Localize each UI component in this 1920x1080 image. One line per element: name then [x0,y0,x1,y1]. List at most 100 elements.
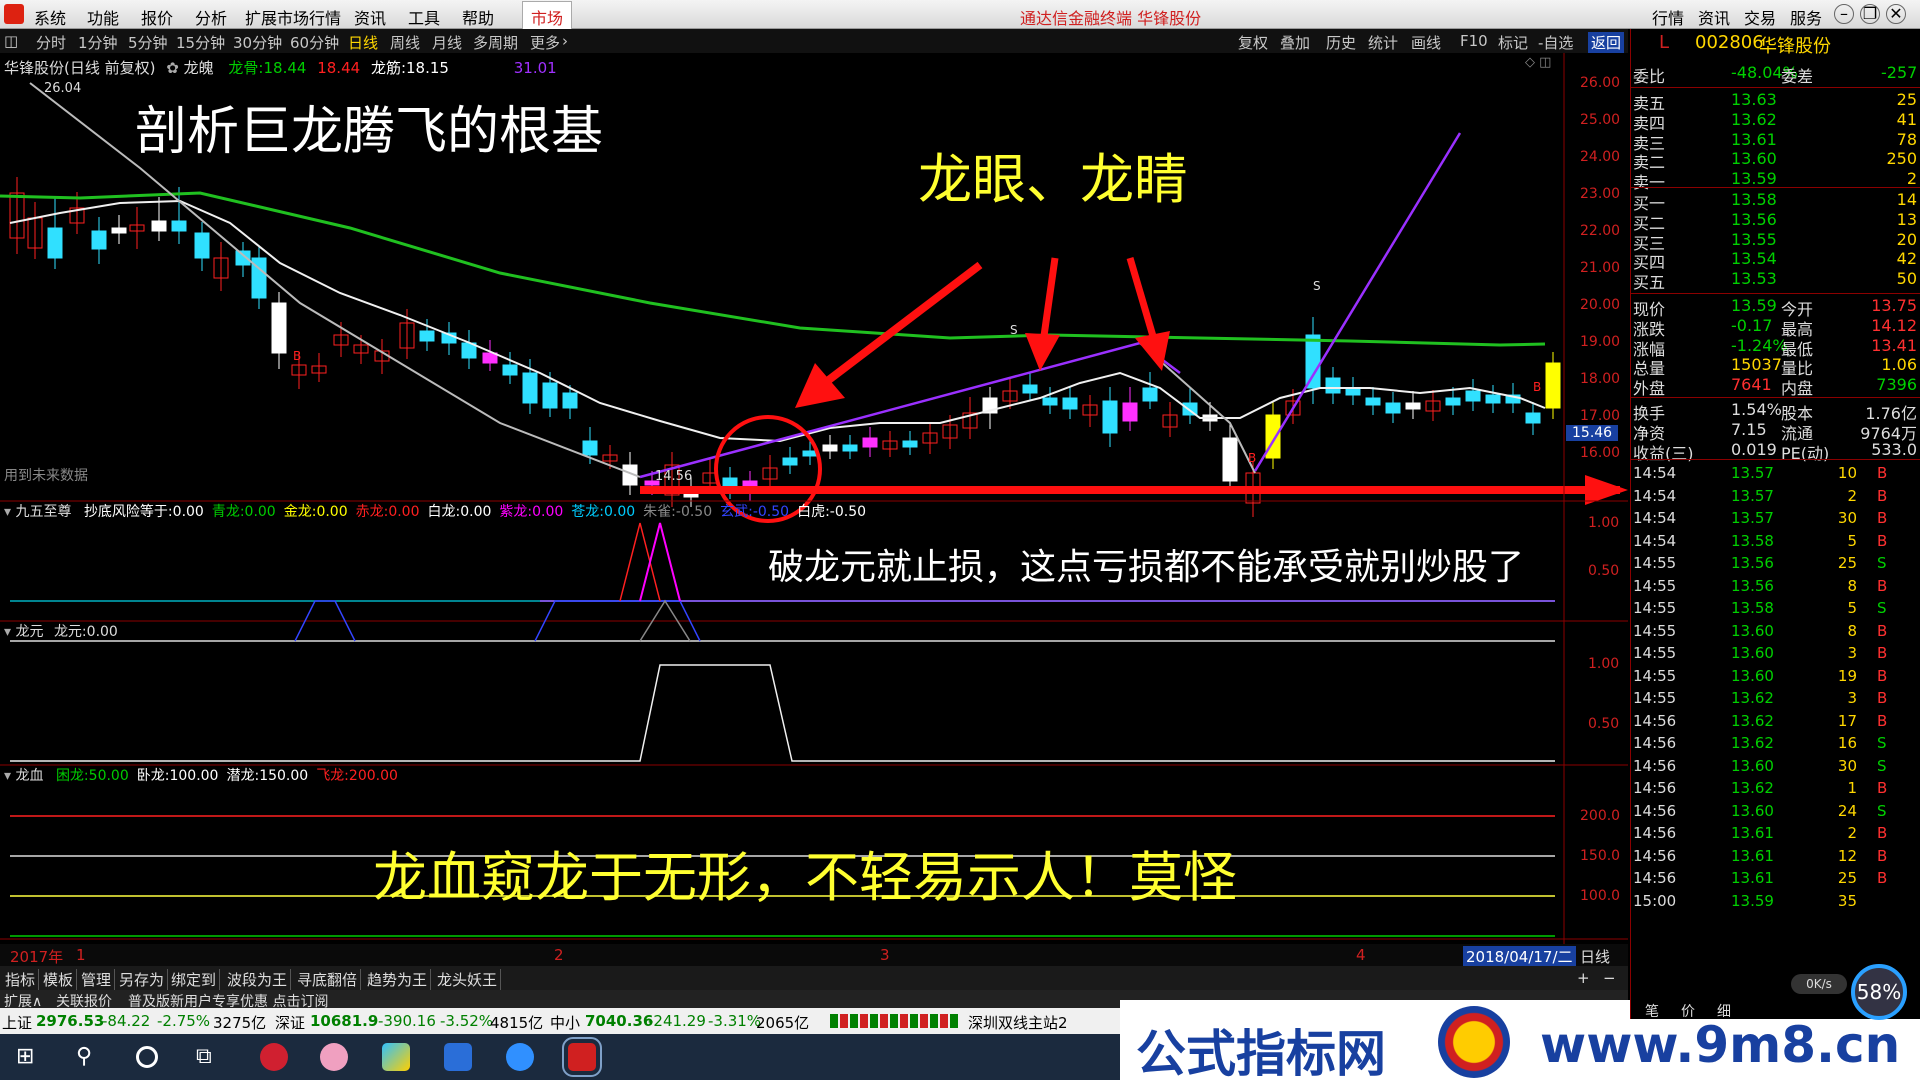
candle-body [582,440,598,456]
tick-volume: 2 [1847,824,1857,842]
quote-bottom-tabs: 笔 价 细 [1631,1001,1920,1021]
server-name[interactable]: 深圳双线主站2 [968,1012,1068,1033]
toolbar-toggle-icon[interactable]: ◫ [4,32,18,50]
tick-volume: 10 [1837,464,1857,482]
header-button-quote[interactable]: 行情 [1652,5,1684,29]
subtab-bottom[interactable]: 寻底翻倍 [294,969,362,990]
index-zx-chg: -241.29 [648,1012,706,1030]
period-tab-5min[interactable]: 5分钟 [128,32,168,53]
subtab-template[interactable]: 模板 [40,969,78,990]
tool-back[interactable]: 返回 [1588,32,1625,53]
panel2-field-value: -0.50 [752,504,790,520]
quote-name: 华锋股份 [1759,36,1831,57]
video-player-icon[interactable] [382,1043,410,1071]
header-button-trade[interactable]: 交易 [1744,5,1776,29]
windows-start-icon[interactable]: ⊞ [16,1043,44,1071]
tab-tick-pen[interactable]: 笔 [1645,1001,1659,1021]
stat2-value-2: 533.0 [1871,439,1917,459]
index-sh-chg: -84.22 [102,1012,151,1030]
menu-item-analysis[interactable]: 分析 [195,5,227,29]
panel4-collapse-icon[interactable]: ▾ [4,768,11,784]
close-icon[interactable]: ✕ [1886,4,1906,24]
period-tab-weekly[interactable]: 周线 [390,32,420,53]
period-tab-15min[interactable]: 15分钟 [176,32,225,53]
tick-row: 14:54 13.57 10 B [1631,463,1920,486]
time-axis-date: 2018/04/17/二 [1463,946,1576,967]
tab-tick-detail[interactable]: 细 [1717,1001,1731,1021]
minimize-icon[interactable]: – [1834,4,1854,24]
netease-music-icon[interactable] [260,1043,288,1071]
wps-writer-icon[interactable] [444,1043,472,1071]
menu-item-tools[interactable]: 工具 [408,5,440,29]
panel4-field-label: 潜龙: [226,768,260,784]
period-tab-multi[interactable]: 多周期 [473,32,518,53]
tool-stats[interactable]: 统计 [1368,32,1398,53]
period-tab-monthly[interactable]: 月线 [432,32,462,53]
subtab-indicator[interactable]: 指标 [2,969,40,990]
subtab-band[interactable]: 波段为王 [224,969,292,990]
browser-icon[interactable] [506,1043,534,1071]
tick-price: 13.61 [1731,824,1774,842]
subtab-bind[interactable]: 绑定到 [168,969,221,990]
period-tab-daily[interactable]: 日线 [348,32,378,53]
longyuan-line [10,664,1555,762]
index-zx-name[interactable]: 中小 [550,1012,580,1033]
header-button-news[interactable]: 资讯 [1698,5,1730,29]
pinwheel-app-icon[interactable] [320,1043,348,1071]
period-tab-60min[interactable]: 60分钟 [290,32,339,53]
restore-icon[interactable]: ❐ [1860,4,1880,24]
zoom-minus-icon[interactable]: − [1600,969,1619,987]
tick-volume: 2 [1847,486,1857,505]
period-tab-1min[interactable]: 1分钟 [78,32,118,53]
menu-item-help[interactable]: 帮助 [462,5,494,29]
menu-item-quote[interactable]: 报价 [141,5,173,29]
tick-price: 13.58 [1731,599,1774,617]
index-sz-pct: -3.52% [440,1012,494,1030]
tool-f10[interactable]: F10 [1460,32,1488,50]
menu-item-news[interactable]: 资讯 [354,5,386,29]
bid-row[interactable]: 买五 13.53 50 [1631,268,1920,292]
candle-body [862,437,878,448]
subtab-leader[interactable]: 龙头妖王 [434,969,502,990]
panel3-collapse-icon[interactable]: ▾ [4,624,11,640]
tick-row: 14:56 13.61 12 B [1631,846,1920,869]
tool-overlay[interactable]: 叠加 [1280,32,1310,53]
tick-time: 14:54 [1633,464,1677,482]
menu-item-ext-market[interactable]: 扩展市场行情 [245,5,341,29]
panel2-field-value: 0.00 [388,504,420,520]
time-axis-mark-2: 2 [554,946,564,964]
search-icon[interactable]: ⚲ [76,1043,104,1071]
period-tab-timeshare[interactable]: 分时 [36,32,66,53]
tool-mark[interactable]: 标记 [1498,32,1528,53]
stat-value-2: 13.75 [1871,296,1917,315]
more-chevron-icon[interactable]: › [562,32,568,50]
tick-price: 13.60 [1731,644,1774,662]
header-button-service[interactable]: 服务 [1790,5,1822,29]
menu-item-system[interactable]: 系统 [34,5,66,29]
period-tab-more[interactable]: 更多 [530,32,560,53]
index-sh-name[interactable]: 上证 [2,1012,32,1033]
tool-draw[interactable]: 画线 [1411,32,1441,53]
tool-watchlist[interactable]: -自选 [1538,32,1573,53]
task-view-icon[interactable]: ⧉ [196,1043,224,1071]
period-tab-30min[interactable]: 30分钟 [233,32,282,53]
panel2-collapse-icon[interactable]: ▾ [4,504,11,520]
chart-menu-icon[interactable]: ◇ ◫ [1525,55,1551,70]
tab-tick-price[interactable]: 价 [1681,1001,1695,1021]
subtab-manage[interactable]: 管理 [78,969,116,990]
zoom-plus-icon[interactable]: + [1574,969,1593,987]
cortana-icon[interactable] [136,1046,158,1068]
subtab-saveas[interactable]: 另存为 [116,969,169,990]
tick-row: 14:56 13.61 25 B [1631,868,1920,891]
menu-item-function[interactable]: 功能 [87,5,119,29]
time-axis-mark-1: 1 [76,946,86,964]
tool-history[interactable]: 历史 [1326,32,1356,53]
subtab-trend[interactable]: 趋势为王 [364,969,432,990]
book-price: 13.62 [1731,109,1777,129]
chart-area[interactable]: 华锋股份(日线 前复权) ✿ 龙魄 龙骨:18.44 18.44 龙筋:18.1… [0,53,1628,944]
tdx-app-icon[interactable] [562,1037,602,1077]
index-zx-amt: 2065亿 [756,1014,810,1032]
index-sz-name[interactable]: 深证 [275,1012,305,1033]
stat-value: -1.24% [1731,335,1788,355]
tool-adjust[interactable]: 复权 [1238,32,1268,53]
